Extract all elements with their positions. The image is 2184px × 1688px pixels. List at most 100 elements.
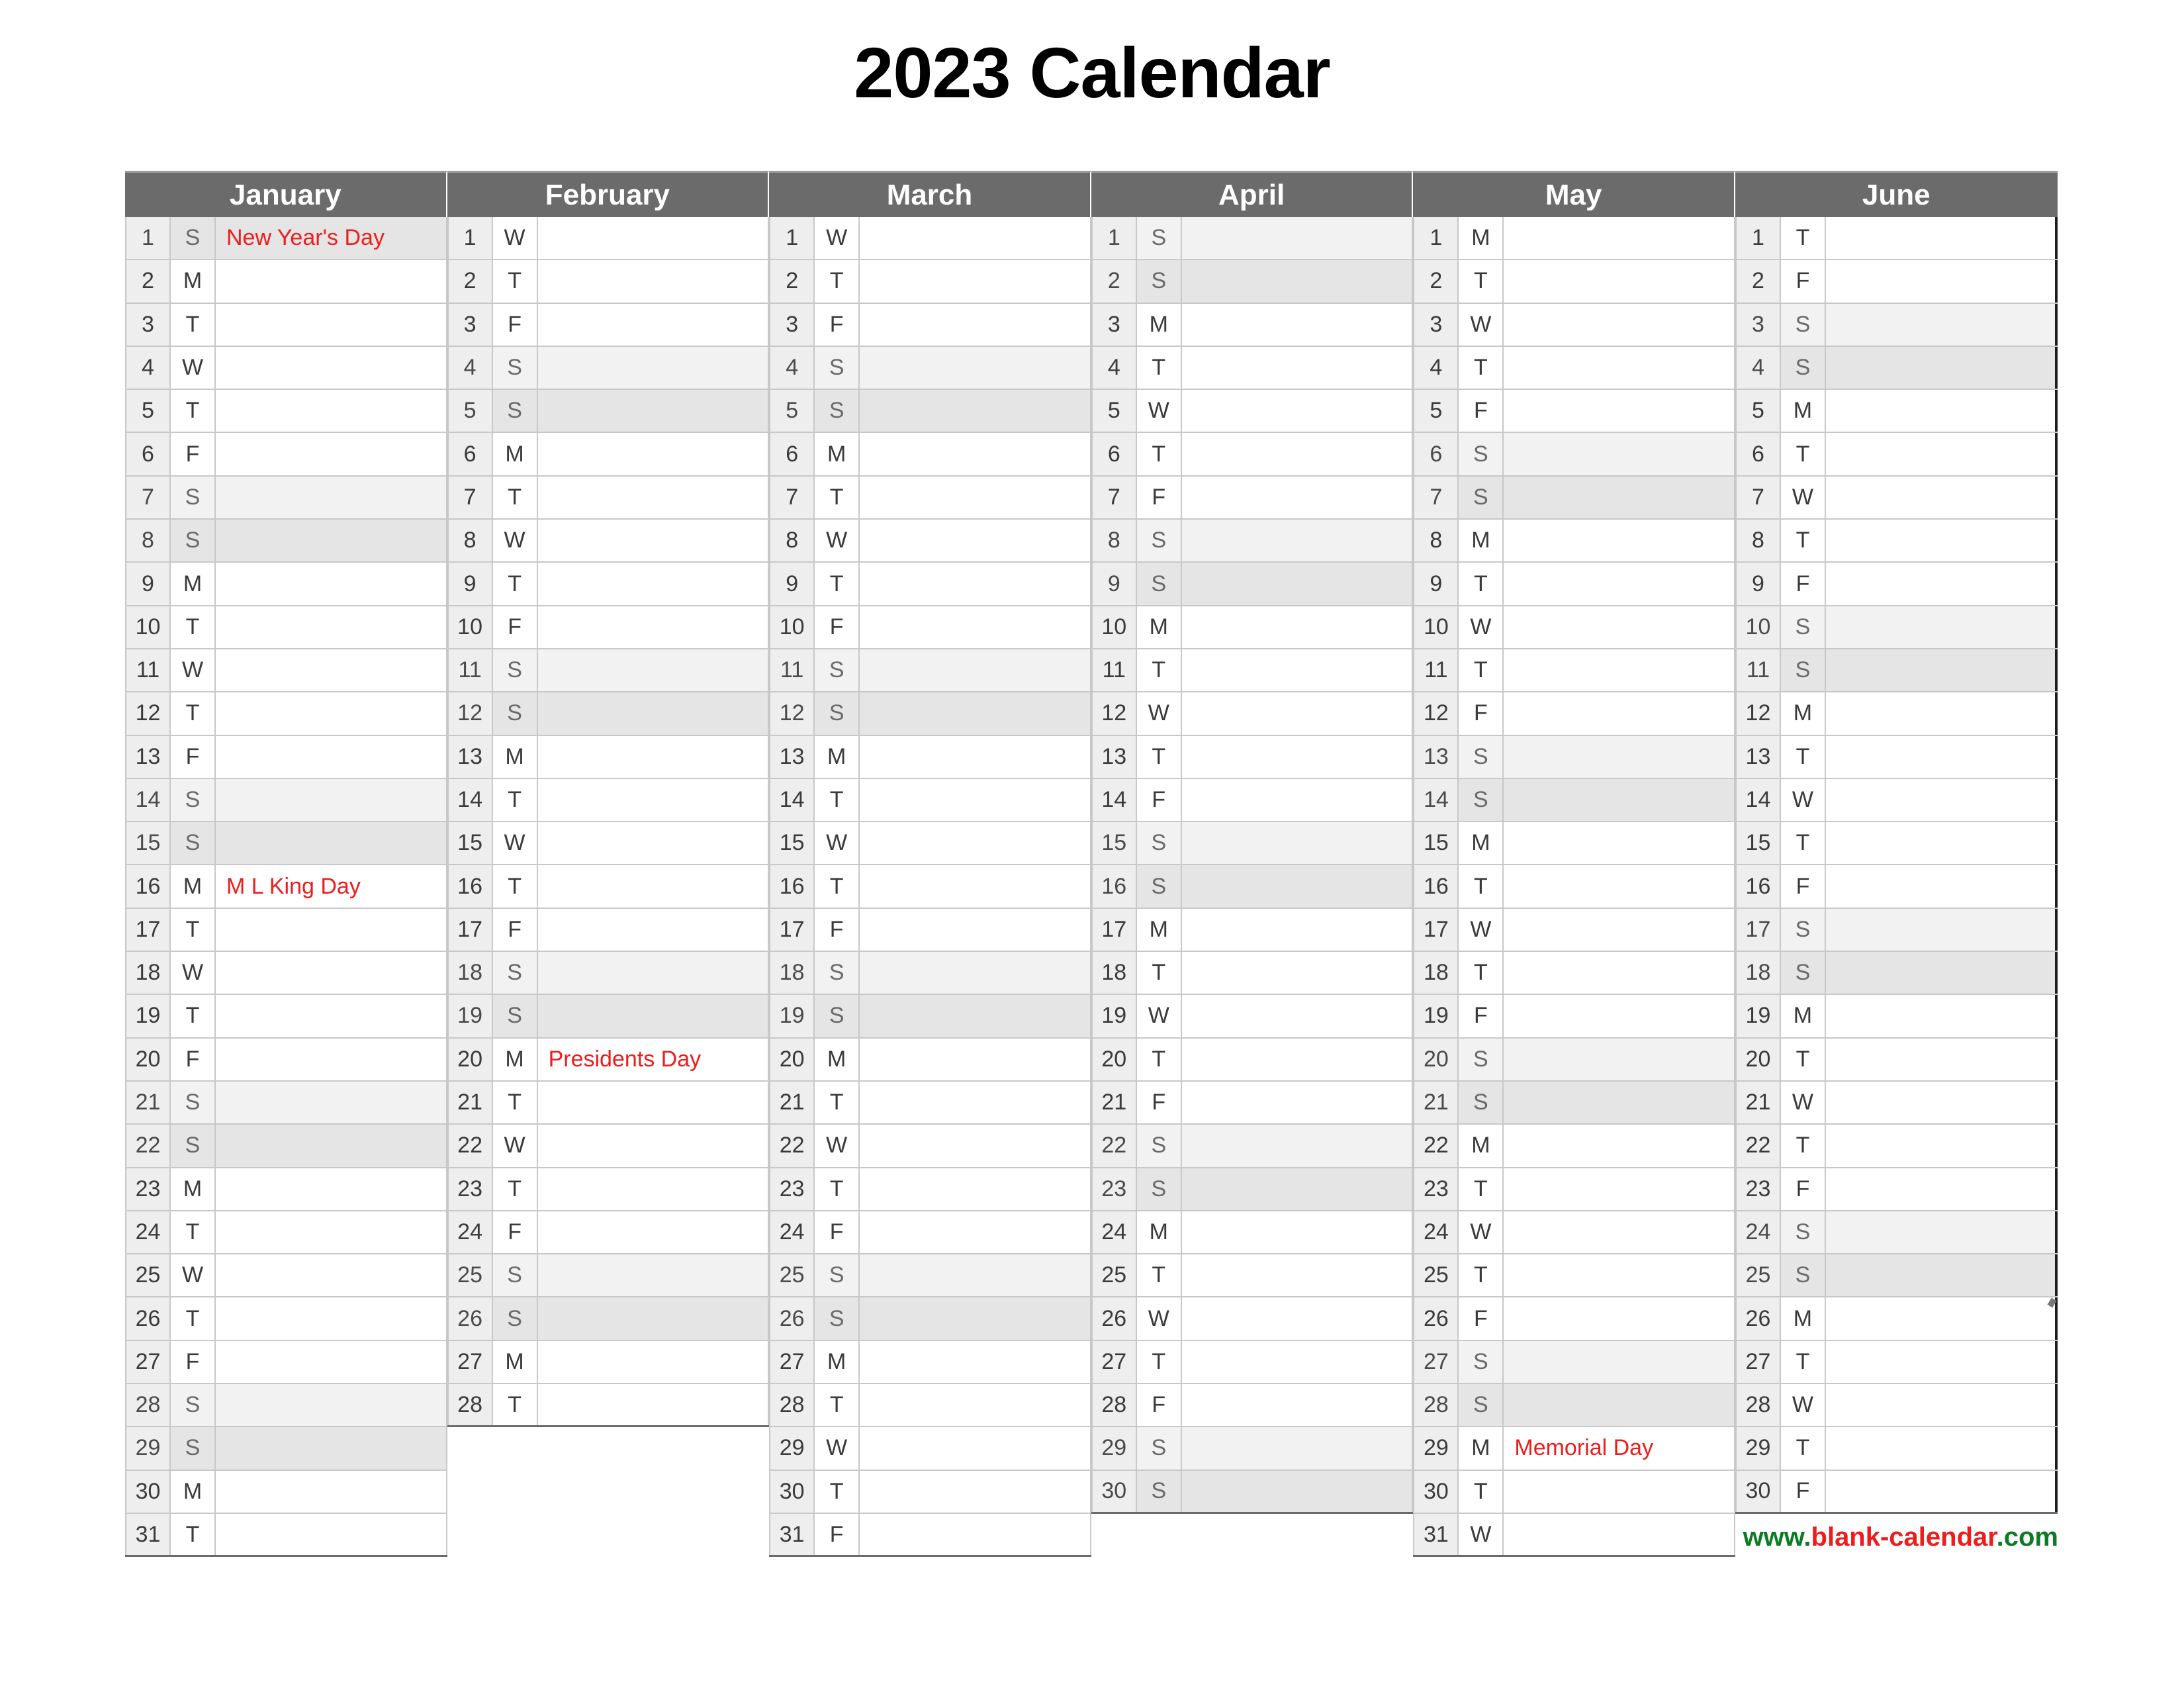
event-cell[interactable] bbox=[860, 995, 1091, 1037]
event-cell[interactable] bbox=[538, 865, 770, 908]
event-cell[interactable] bbox=[538, 1125, 770, 1167]
event-cell[interactable] bbox=[1182, 346, 1414, 389]
event-cell[interactable] bbox=[216, 1038, 447, 1080]
event-cell[interactable] bbox=[538, 217, 770, 259]
event-cell[interactable] bbox=[860, 822, 1091, 865]
event-cell[interactable] bbox=[1504, 735, 1735, 778]
event-cell[interactable] bbox=[1504, 865, 1735, 908]
event-cell[interactable] bbox=[538, 1340, 770, 1383]
event-cell[interactable] bbox=[1826, 476, 2058, 519]
event-cell[interactable] bbox=[216, 1470, 447, 1513]
event-cell[interactable] bbox=[1504, 606, 1735, 648]
event-cell[interactable] bbox=[216, 390, 447, 432]
event-cell[interactable] bbox=[216, 778, 447, 821]
event-cell[interactable] bbox=[1182, 476, 1414, 519]
event-cell[interactable] bbox=[1826, 346, 2058, 389]
event-cell[interactable] bbox=[216, 1168, 447, 1210]
event-cell[interactable] bbox=[860, 476, 1091, 519]
event-cell[interactable] bbox=[1826, 908, 2058, 951]
holiday-label[interactable]: Memorial Day bbox=[1504, 1427, 1735, 1470]
event-cell[interactable] bbox=[538, 563, 770, 605]
event-cell[interactable] bbox=[216, 1254, 447, 1297]
event-cell[interactable] bbox=[1182, 1038, 1414, 1080]
event-cell[interactable] bbox=[216, 1513, 447, 1556]
event-cell[interactable] bbox=[860, 1513, 1091, 1556]
event-cell[interactable] bbox=[216, 606, 447, 648]
event-cell[interactable] bbox=[1182, 1297, 1414, 1340]
event-cell[interactable] bbox=[1504, 1168, 1735, 1210]
event-cell[interactable] bbox=[1504, 1297, 1735, 1340]
event-cell[interactable] bbox=[216, 520, 447, 562]
event-cell[interactable] bbox=[1182, 390, 1414, 432]
event-cell[interactable] bbox=[1504, 217, 1735, 259]
event-cell[interactable] bbox=[1504, 476, 1735, 519]
event-cell[interactable] bbox=[538, 606, 770, 648]
event-cell[interactable] bbox=[860, 1125, 1091, 1167]
event-cell[interactable] bbox=[1504, 1254, 1735, 1297]
site-url[interactable]: www.blank-calendar.com bbox=[1390, 1523, 2058, 1552]
event-cell[interactable] bbox=[1504, 1211, 1735, 1254]
event-cell[interactable] bbox=[1182, 520, 1414, 562]
event-cell[interactable] bbox=[1182, 303, 1414, 346]
event-cell[interactable] bbox=[538, 1384, 770, 1426]
event-cell[interactable] bbox=[1504, 303, 1735, 346]
event-cell[interactable] bbox=[860, 303, 1091, 346]
event-cell[interactable] bbox=[538, 476, 770, 519]
event-cell[interactable] bbox=[538, 1211, 770, 1254]
event-cell[interactable] bbox=[538, 346, 770, 389]
event-cell[interactable] bbox=[538, 1168, 770, 1210]
event-cell[interactable] bbox=[860, 346, 1091, 389]
event-cell[interactable] bbox=[216, 995, 447, 1037]
event-cell[interactable] bbox=[538, 692, 770, 735]
event-cell[interactable] bbox=[538, 303, 770, 346]
event-cell[interactable] bbox=[538, 433, 770, 475]
holiday-label[interactable]: M L King Day bbox=[216, 865, 447, 908]
event-cell[interactable] bbox=[538, 260, 770, 303]
event-cell[interactable] bbox=[860, 1081, 1091, 1124]
event-cell[interactable] bbox=[1826, 390, 2058, 432]
event-cell[interactable] bbox=[1504, 390, 1735, 432]
event-cell[interactable] bbox=[1182, 778, 1414, 821]
event-cell[interactable] bbox=[216, 1211, 447, 1254]
event-cell[interactable] bbox=[1504, 563, 1735, 605]
event-cell[interactable] bbox=[1826, 1081, 2058, 1124]
event-cell[interactable] bbox=[1182, 563, 1414, 605]
event-cell[interactable] bbox=[538, 908, 770, 951]
event-cell[interactable] bbox=[1182, 1340, 1414, 1383]
event-cell[interactable] bbox=[1182, 908, 1414, 951]
event-cell[interactable] bbox=[216, 1384, 447, 1427]
event-cell[interactable] bbox=[1182, 822, 1414, 865]
event-cell[interactable] bbox=[216, 908, 447, 951]
event-cell[interactable] bbox=[1504, 1470, 1735, 1513]
event-cell[interactable] bbox=[1826, 1297, 2058, 1340]
event-cell[interactable] bbox=[1826, 952, 2058, 994]
event-cell[interactable] bbox=[1182, 217, 1414, 259]
event-cell[interactable] bbox=[1826, 995, 2058, 1037]
event-cell[interactable] bbox=[1182, 735, 1414, 778]
event-cell[interactable] bbox=[1826, 1211, 2058, 1254]
event-cell[interactable] bbox=[1826, 735, 2058, 778]
event-cell[interactable] bbox=[1826, 1427, 2058, 1470]
event-cell[interactable] bbox=[1504, 520, 1735, 562]
event-cell[interactable] bbox=[1182, 649, 1414, 692]
event-cell[interactable] bbox=[860, 1297, 1091, 1340]
event-cell[interactable] bbox=[216, 260, 447, 303]
event-cell[interactable] bbox=[860, 1211, 1091, 1254]
event-cell[interactable] bbox=[1182, 606, 1414, 648]
event-cell[interactable] bbox=[1504, 433, 1735, 475]
event-cell[interactable] bbox=[1504, 649, 1735, 692]
event-cell[interactable] bbox=[216, 1125, 447, 1167]
event-cell[interactable] bbox=[1182, 1211, 1414, 1254]
event-cell[interactable] bbox=[860, 952, 1091, 994]
event-cell[interactable] bbox=[216, 692, 447, 735]
event-cell[interactable] bbox=[1826, 260, 2058, 303]
event-cell[interactable] bbox=[860, 649, 1091, 692]
event-cell[interactable] bbox=[1826, 822, 2058, 865]
event-cell[interactable] bbox=[1504, 1125, 1735, 1167]
event-cell[interactable] bbox=[860, 217, 1091, 259]
event-cell[interactable] bbox=[860, 1340, 1091, 1383]
event-cell[interactable] bbox=[1182, 1427, 1414, 1470]
event-cell[interactable] bbox=[538, 778, 770, 821]
event-cell[interactable] bbox=[860, 692, 1091, 735]
event-cell[interactable] bbox=[1826, 1254, 2058, 1297]
